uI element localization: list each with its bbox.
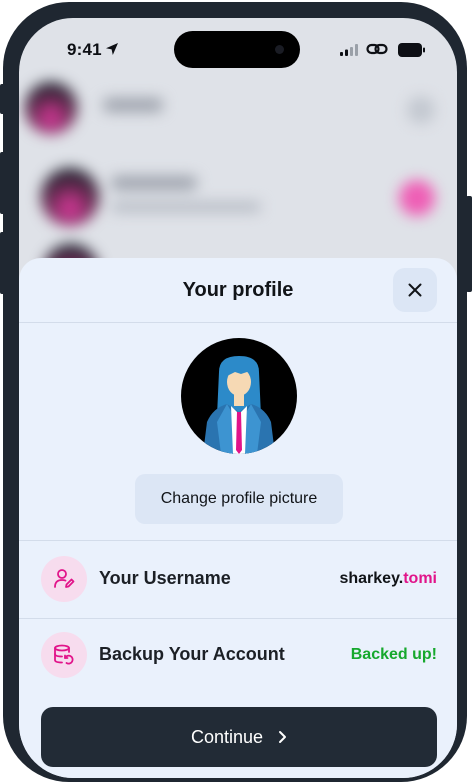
sheet-header: Your profile	[19, 258, 457, 323]
continue-button[interactable]: Continue	[41, 707, 437, 767]
sheet-title: Your profile	[182, 279, 294, 301]
camera-icon	[275, 45, 284, 54]
background-text	[111, 202, 261, 212]
backup-label: Backup Your Account	[99, 644, 285, 664]
username-label: Your Username	[99, 568, 231, 588]
username-row[interactable]: Your Username sharkey.tomi	[19, 542, 457, 618]
background-icon	[407, 96, 435, 124]
side-button	[466, 196, 472, 292]
continue-label: Continue	[190, 726, 264, 747]
profile-sheet: Your profile Change profile picture Your…	[19, 258, 457, 778]
status-time: 9:41	[67, 40, 102, 59]
status-bar: 9:41	[19, 18, 457, 76]
volume-down-button	[0, 232, 6, 294]
background-avatar	[25, 82, 77, 134]
dynamic-island	[174, 31, 300, 68]
change-profile-picture-button[interactable]: Change profile picture	[135, 474, 343, 524]
background-badge	[399, 180, 435, 216]
username-accent: tomi	[403, 570, 437, 587]
cellular-signal-icon	[340, 43, 358, 61]
background-text	[111, 176, 197, 190]
background-avatar	[41, 168, 99, 226]
chevron-right-icon	[279, 731, 287, 743]
silent-switch	[0, 84, 6, 114]
close-icon	[408, 283, 422, 297]
backup-status: Backed up!	[350, 646, 437, 663]
screen: 9:41 Your profile Change profile picture…	[19, 18, 457, 778]
backup-account-row[interactable]: Backup Your Account Backed up!	[19, 618, 457, 694]
database-restore-icon	[41, 632, 87, 678]
volume-up-button	[0, 152, 6, 214]
close-button[interactable]	[393, 268, 437, 312]
username-value: sharkey.tomi	[339, 570, 437, 588]
user-edit-icon	[41, 556, 87, 602]
background-text	[103, 98, 163, 112]
link-icon	[366, 41, 388, 62]
username-prefix: sharkey.	[339, 570, 404, 587]
phone-frame: 9:41 Your profile Change profile picture…	[3, 2, 467, 782]
profile-avatar	[181, 338, 297, 454]
battery-icon	[398, 43, 426, 62]
divider	[19, 540, 457, 541]
location-arrow-icon	[105, 42, 119, 61]
